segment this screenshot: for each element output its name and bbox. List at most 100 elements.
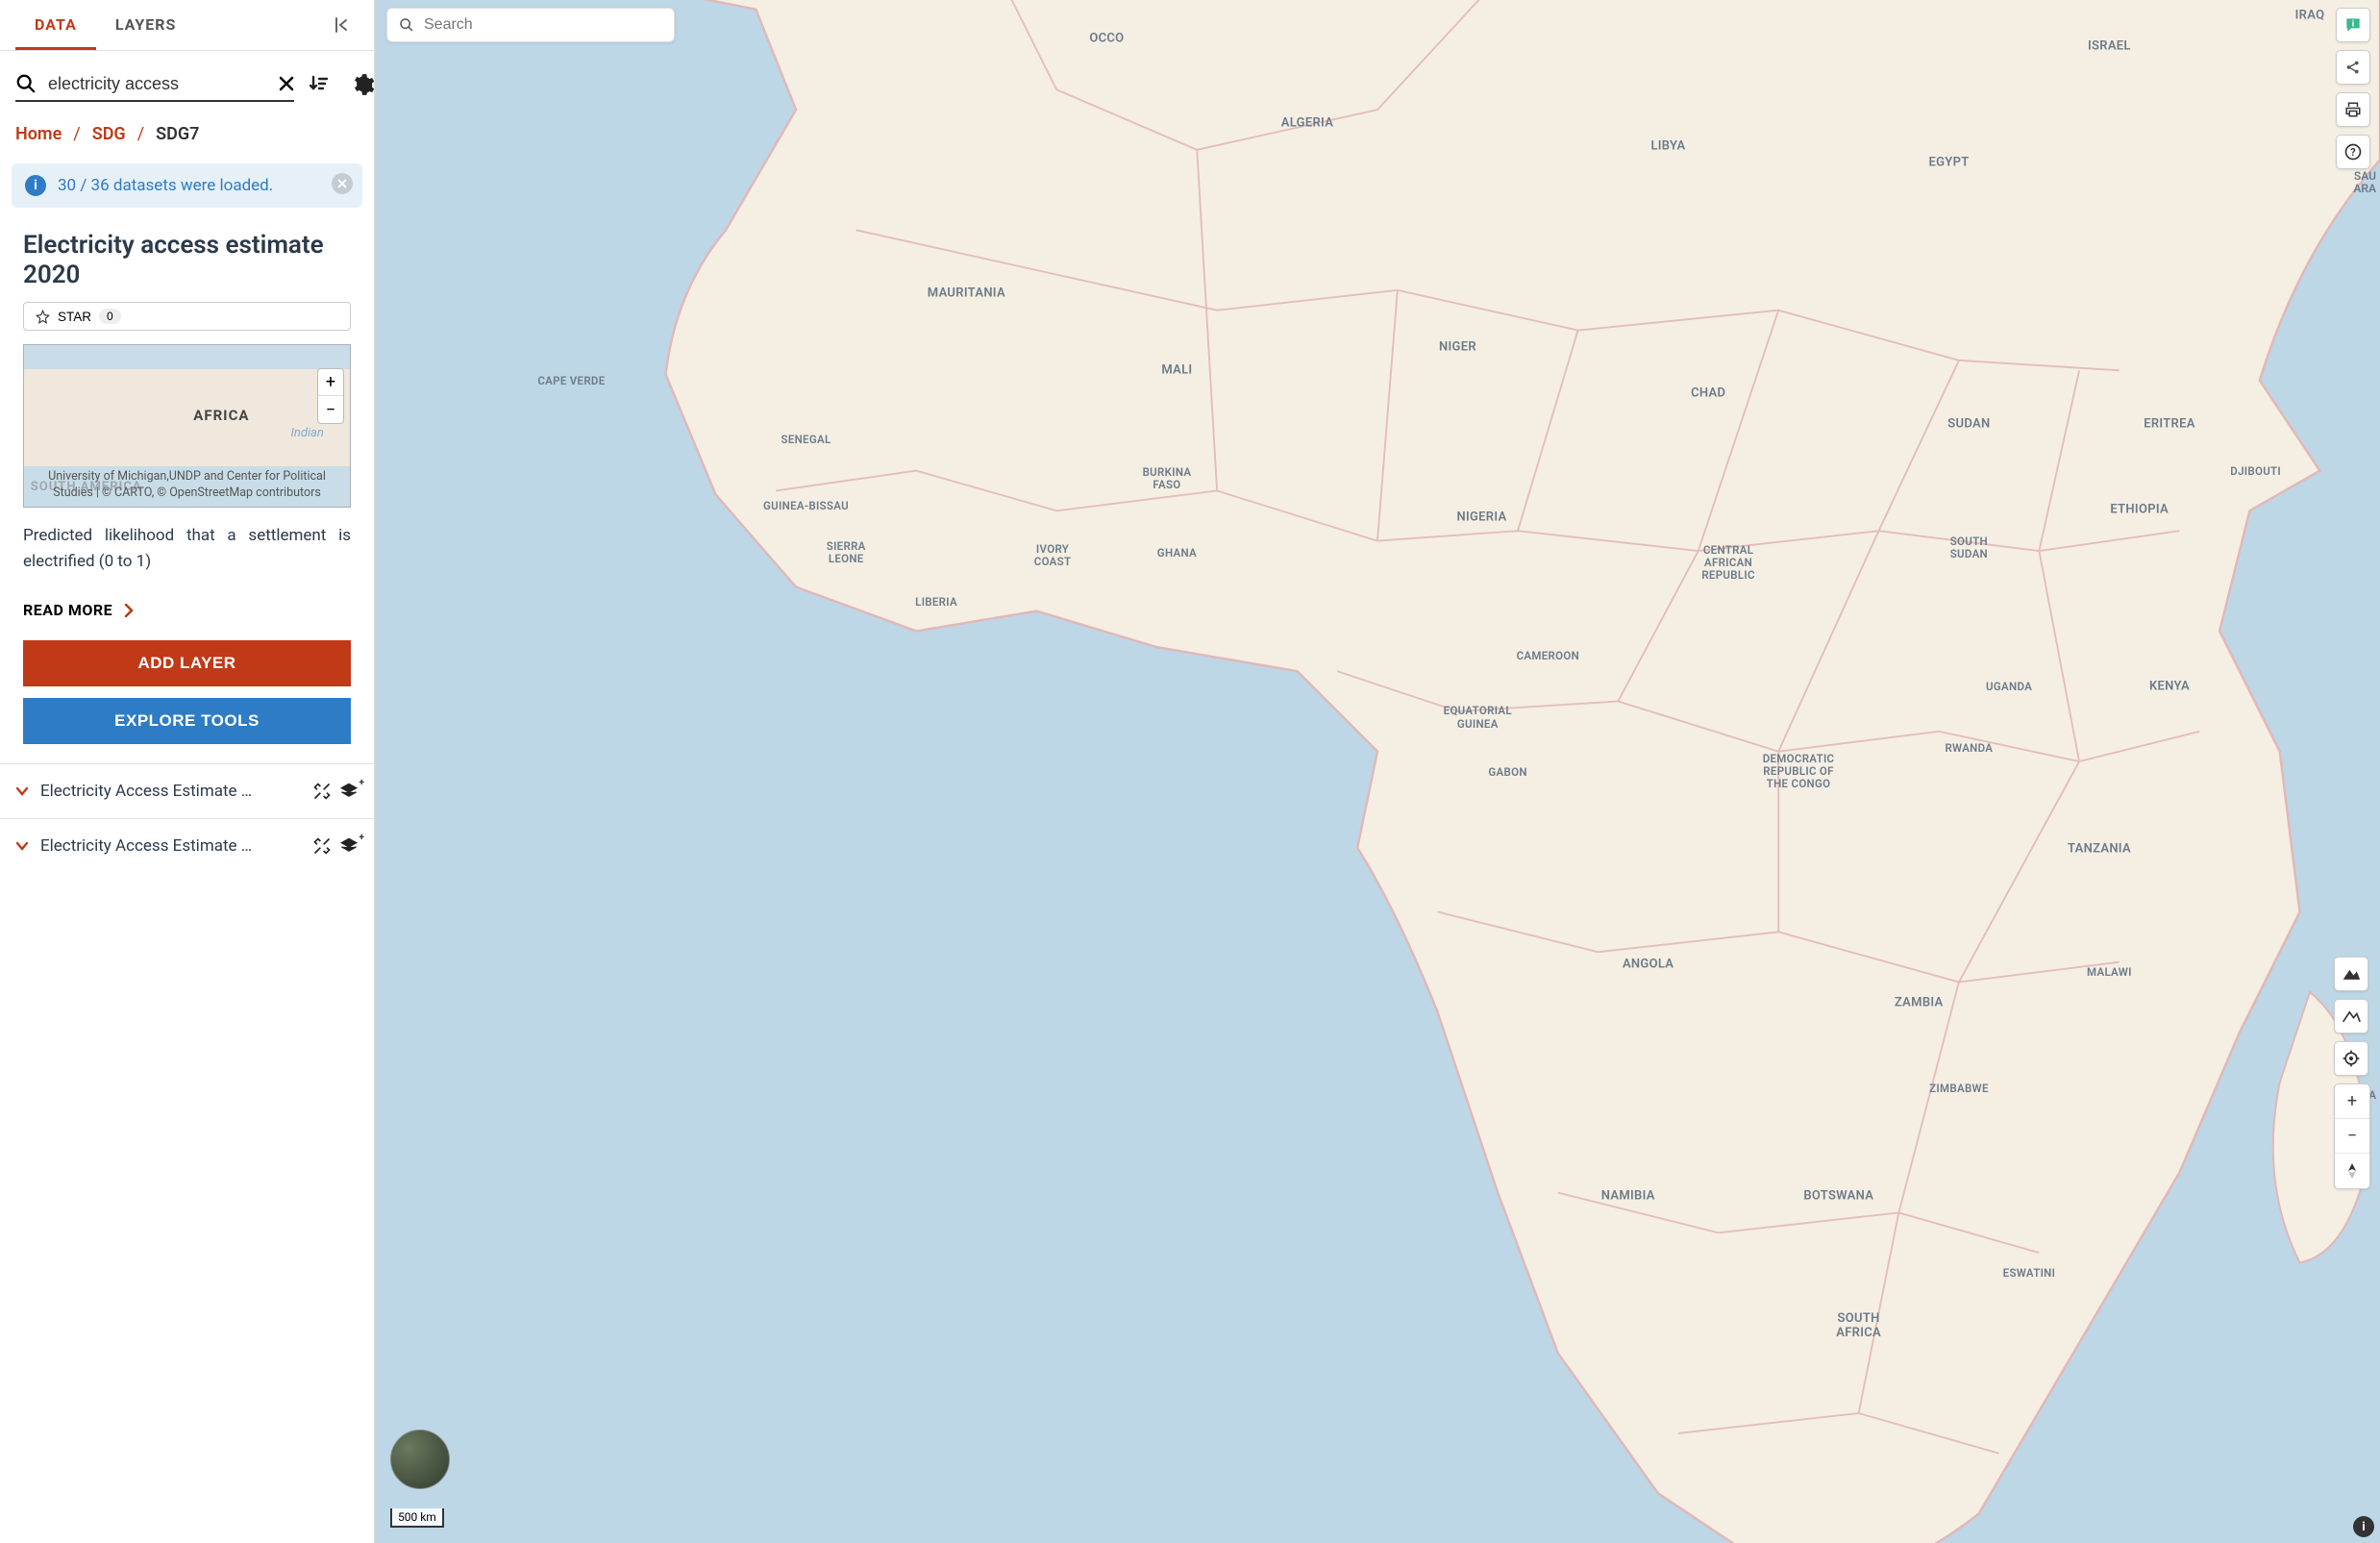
breadcrumb-separator: / [137, 124, 144, 144]
country-label: CENTRALAFRICANREPUBLIC [1701, 544, 1754, 583]
read-more-label: READ MORE [23, 601, 112, 619]
close-icon [279, 76, 294, 91]
globe-thumbnail-button[interactable] [390, 1430, 450, 1489]
breadcrumb-home[interactable]: Home [15, 124, 62, 144]
chevron-down-icon [15, 839, 29, 853]
star-count: 0 [99, 309, 121, 324]
country-label: GUINEA-BISSAU [763, 499, 849, 512]
notice-close-button[interactable] [332, 173, 353, 194]
map-zoom-in-button[interactable]: + [2335, 1084, 2369, 1119]
map-terrain-button[interactable] [2334, 957, 2368, 991]
thumbnail-map[interactable]: AFRICA SOUTH AMERICA Indian + − Universi… [23, 344, 351, 508]
breadcrumb: Home / SDG / SDG7 [0, 112, 374, 156]
map-area[interactable]: OCCOALGERIALIBYAEGYPTISRAELIRAQMAURITANI… [375, 0, 2380, 1543]
layer-add-button[interactable]: + [339, 836, 359, 856]
country-label: EGYPT [1928, 155, 1969, 169]
sidebar: DATA LAYERS Home [0, 0, 375, 1543]
map-zoom-out-button[interactable]: − [2335, 1119, 2369, 1154]
country-label: NAMIBIA [1601, 1188, 1655, 1203]
chevron-down-icon [15, 784, 29, 798]
country-label: ALGERIA [1281, 116, 1333, 131]
country-label: SAUARA [2353, 170, 2376, 195]
map-zoom-group: + − [2334, 1083, 2370, 1189]
country-label: MALAWI [2087, 965, 2132, 979]
add-layer-button[interactable]: ADD LAYER [23, 640, 351, 686]
map-controls-top: i ? [2336, 8, 2370, 169]
country-label: BOTSWANA [1803, 1188, 1873, 1203]
thumbnail-attribution: University of Michigan,UNDP and Center f… [24, 467, 350, 504]
country-label: TANZANIA [2068, 841, 2131, 856]
country-label: GHANA [1157, 546, 1197, 560]
thumbnail-zoom-in[interactable]: + [318, 369, 343, 396]
country-label: LIBYA [1650, 139, 1685, 154]
country-label: ISRAEL [2088, 39, 2131, 54]
thumbnail-zoom-out[interactable]: − [318, 396, 343, 423]
country-label: SOUTHAFRICA [1836, 1312, 1881, 1341]
compass-icon [2345, 1162, 2359, 1180]
layer-row[interactable]: Electricity Access Estimate … + [0, 818, 374, 873]
star-icon [36, 310, 50, 324]
country-label: NIGER [1439, 340, 1476, 355]
map-help-button[interactable]: ? [2336, 135, 2370, 169]
layer-row[interactable]: Electricity Access Estimate … + [0, 763, 374, 818]
locate-icon [2342, 1049, 2361, 1068]
dataset-title: Electricity access estimate 2020 [0, 215, 374, 302]
mountain-outline-icon [2342, 1008, 2361, 1024]
country-label: LIBERIA [915, 595, 957, 609]
country-label: IRAQ [2295, 9, 2325, 23]
country-label: BURKINAFASO [1143, 465, 1192, 490]
search-input[interactable] [48, 74, 271, 94]
svg-text:?: ? [2350, 146, 2355, 159]
map-compass-button[interactable] [2335, 1154, 2369, 1188]
notice-banner: i 30 / 36 datasets were loaded. [12, 163, 362, 208]
country-label: ERITREA [2144, 417, 2195, 432]
read-more-button[interactable]: READ MORE [0, 582, 374, 635]
country-label: IVORYCOAST [1034, 543, 1072, 568]
star-button[interactable]: STAR 0 [23, 302, 351, 331]
explore-tools-button[interactable]: EXPLORE TOOLS [23, 698, 351, 744]
country-label: ZAMBIA [1895, 996, 1944, 1010]
tab-layers[interactable]: LAYERS [96, 0, 196, 50]
collapse-sidebar-button[interactable] [326, 9, 359, 41]
tab-data[interactable]: DATA [15, 0, 96, 50]
map-info-button[interactable]: i [2336, 8, 2370, 42]
settings-button[interactable] [344, 66, 375, 103]
country-label: SIERRALEONE [827, 539, 866, 564]
map-locate-button[interactable] [2334, 1041, 2368, 1076]
svg-text:i: i [2352, 20, 2354, 30]
country-label: RWANDA [1945, 741, 1993, 755]
layer-add-button[interactable]: + [339, 782, 359, 801]
map-search-input[interactable] [424, 16, 662, 34]
layer-tools-button[interactable] [312, 782, 332, 801]
info-icon: i [25, 175, 46, 196]
country-label: SENEGAL [781, 433, 831, 446]
share-icon [2344, 59, 2362, 76]
breadcrumb-sdg[interactable]: SDG [92, 124, 126, 144]
layer-tools-button[interactable] [312, 836, 332, 856]
layer-label: Electricity Access Estimate … [40, 836, 301, 856]
sort-button[interactable] [302, 67, 336, 102]
search-row [0, 51, 374, 112]
country-label: SUDAN [1947, 417, 1990, 432]
chat-info-icon: i [2343, 15, 2363, 35]
country-label: GABON [1488, 765, 1526, 779]
thumbnail-label-africa: AFRICA [193, 407, 249, 424]
map-share-button[interactable] [2336, 50, 2370, 85]
close-icon [337, 179, 347, 188]
help-icon: ? [2343, 142, 2363, 162]
layer-actions: + [312, 836, 359, 856]
country-label: SOUTHSUDAN [1950, 535, 1988, 560]
country-label: ZIMBABWE [1929, 1082, 1989, 1095]
map-outline-button[interactable] [2334, 999, 2368, 1033]
map-print-button[interactable] [2336, 92, 2370, 127]
tabs: DATA LAYERS [0, 0, 374, 51]
search-icon [399, 17, 414, 33]
breadcrumb-separator: / [73, 124, 80, 144]
tools-icon [312, 782, 332, 801]
country-label: OCCO [1089, 32, 1124, 46]
clear-search-button[interactable] [279, 76, 294, 91]
country-label: MALI [1161, 363, 1192, 378]
thumbnail-ocean-label: Indian [290, 426, 323, 440]
map-attribution-button[interactable]: i [2353, 1516, 2374, 1537]
country-label: DEMOCRATICREPUBLIC OFTHE CONGO [1763, 753, 1835, 791]
